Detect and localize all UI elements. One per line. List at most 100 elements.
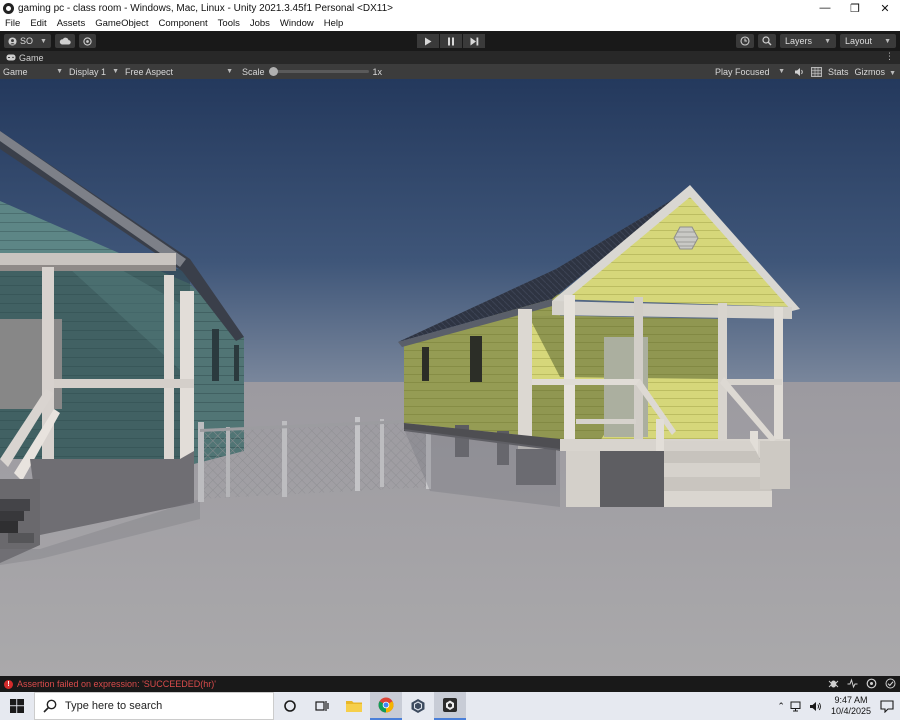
notifications-icon[interactable] — [880, 699, 894, 713]
layers-label: Layers — [785, 36, 813, 46]
stats-button[interactable]: Stats — [828, 67, 849, 77]
unity-editor-icon — [443, 698, 457, 712]
aspect-label: Free Aspect — [125, 66, 174, 77]
console-status-icons — [828, 678, 896, 689]
chevron-down-icon: ▼ — [226, 68, 233, 75]
pause-icon — [448, 37, 454, 45]
scale-value: 1x — [372, 66, 383, 77]
gizmos-dropdown[interactable]: Gizmos ▼ — [855, 67, 896, 77]
check-icon[interactable] — [885, 678, 896, 689]
toolbar-right: Layers ▼ Layout ▼ — [736, 34, 896, 48]
menu-help[interactable]: Help — [319, 18, 349, 29]
view-label: Game — [3, 66, 28, 77]
taskbar-clock[interactable]: 9:47 AM 10/4/2025 — [827, 695, 875, 717]
chevron-down-icon: ▼ — [40, 37, 47, 45]
taskbar-search-input[interactable]: Type here to search — [34, 692, 274, 720]
view-dropdown[interactable]: Game ▼ — [0, 64, 66, 79]
display-label: Display 1 — [69, 66, 107, 77]
play-mode-label: Play Focused — [715, 66, 770, 77]
game-controller-icon — [6, 54, 16, 61]
chevron-up-icon[interactable]: ⌃ — [777, 701, 785, 712]
search-placeholder: Type here to search — [65, 700, 163, 712]
menu-bar: File Edit Assets GameObject Component To… — [0, 16, 900, 31]
console-status-bar[interactable]: ! Assertion failed on expression: 'SUCCE… — [0, 676, 900, 692]
settings-icon[interactable] — [866, 678, 877, 689]
unity-logo-icon — [3, 2, 14, 14]
start-button[interactable] — [0, 692, 34, 720]
play-controls — [417, 34, 485, 48]
game-control-bar: Game ▼ Display 1 ▼ Free Aspect ▼ Scale 1… — [0, 64, 900, 79]
unity-editor-button[interactable] — [434, 692, 466, 720]
menu-component[interactable]: Component — [154, 18, 213, 29]
display-dropdown[interactable]: Display 1 ▼ — [66, 64, 122, 79]
tab-game[interactable]: Game — [0, 53, 50, 63]
chevron-down-icon: ▼ — [112, 68, 119, 75]
windows-taskbar: Type here to search ⌃ 9:47 AM 10/4/2025 — [0, 692, 900, 720]
account-label: SO — [20, 36, 34, 46]
chevron-down-icon: ▼ — [56, 68, 63, 75]
cortana-icon — [284, 700, 296, 712]
step-icon — [470, 37, 478, 45]
close-icon[interactable]: ✕ — [870, 0, 900, 16]
account-dropdown[interactable]: SO ▼ — [4, 34, 51, 48]
history-button[interactable] — [736, 34, 754, 48]
scale-slider[interactable] — [268, 67, 369, 76]
scale-slider-handle[interactable] — [268, 67, 278, 76]
pulse-icon[interactable] — [847, 678, 858, 689]
search-button[interactable] — [758, 34, 776, 48]
scale-control: Scale 1x — [242, 67, 382, 77]
collab-button[interactable] — [78, 34, 96, 48]
pause-button[interactable] — [440, 34, 462, 48]
game-scene — [0, 79, 900, 676]
file-explorer-button[interactable] — [338, 692, 370, 720]
chevron-down-icon: ▼ — [824, 37, 831, 45]
cloud-icon — [59, 37, 71, 45]
cortana-button[interactable] — [274, 692, 306, 720]
chevron-down-icon: ▼ — [778, 68, 786, 75]
restore-icon[interactable]: ❐ — [840, 0, 870, 16]
grid-icon[interactable] — [811, 66, 822, 77]
window-title: gaming pc - class room - Windows, Mac, L… — [18, 2, 393, 14]
aspect-dropdown[interactable]: Free Aspect ▼ — [122, 64, 236, 79]
search-icon — [762, 36, 772, 46]
menu-assets[interactable]: Assets — [52, 18, 91, 29]
clock-date: 10/4/2025 — [830, 706, 871, 716]
tab-game-label: Game — [19, 52, 44, 63]
chrome-button[interactable] — [370, 692, 402, 720]
menu-file[interactable]: File — [0, 18, 25, 29]
step-button[interactable] — [463, 34, 485, 48]
console-message: Assertion failed on expression: 'SUCCEED… — [17, 679, 217, 689]
windows-logo-icon — [10, 699, 24, 713]
search-icon — [43, 699, 57, 713]
audio-icon[interactable] — [794, 67, 805, 77]
error-icon: ! — [4, 679, 13, 689]
layout-dropdown[interactable]: Layout ▼ — [840, 34, 896, 48]
file-explorer-icon — [346, 701, 362, 712]
play-mode-dropdown[interactable]: Play Focused ▼ — [712, 64, 788, 79]
menu-window[interactable]: Window — [275, 18, 319, 29]
gizmos-label: Gizmos — [854, 66, 886, 77]
minimize-icon[interactable]: — — [810, 0, 840, 16]
unity-hub-icon — [411, 699, 425, 713]
account-icon — [8, 36, 17, 46]
layers-dropdown[interactable]: Layers ▼ — [780, 34, 836, 48]
scale-label: Scale — [242, 66, 265, 77]
chevron-down-icon: ▼ — [884, 37, 891, 45]
volume-icon[interactable] — [809, 701, 822, 712]
more-options-icon[interactable]: ⋮ — [885, 51, 894, 62]
menu-edit[interactable]: Edit — [25, 18, 51, 29]
game-control-right: Play Focused ▼ Stats Gizmos ▼ — [712, 64, 896, 79]
bug-icon[interactable] — [828, 678, 839, 689]
title-bar: gaming pc - class room - Windows, Mac, L… — [0, 0, 900, 16]
chrome-icon — [378, 697, 394, 713]
menu-jobs[interactable]: Jobs — [245, 18, 275, 29]
unity-hub-button[interactable] — [402, 692, 434, 720]
menu-tools[interactable]: Tools — [213, 18, 245, 29]
task-view-button[interactable] — [306, 692, 338, 720]
play-button[interactable] — [417, 34, 439, 48]
menu-gameobject[interactable]: GameObject — [90, 18, 153, 29]
game-viewport[interactable] — [0, 79, 900, 676]
task-view-icon — [315, 701, 329, 711]
cloud-button[interactable] — [54, 34, 75, 48]
network-icon[interactable] — [790, 701, 804, 712]
